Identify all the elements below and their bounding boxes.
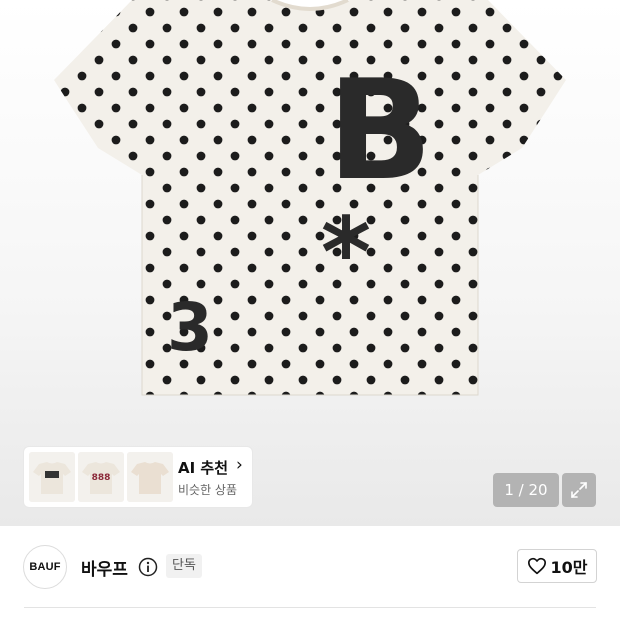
chevron-right-icon: › bbox=[236, 455, 243, 475]
expand-button[interactable] bbox=[562, 473, 596, 507]
t-shirt bbox=[54, 0, 566, 396]
brand-bar: BAUF 바우프 단독 10만 bbox=[0, 526, 620, 620]
ai-recommend-subtitle: 비슷한 상품 bbox=[178, 483, 238, 497]
thumbnail-2[interactable]: 888 bbox=[78, 452, 124, 502]
thumbnail-3[interactable] bbox=[127, 452, 173, 502]
exclusive-badge: 단독 bbox=[166, 554, 202, 578]
thumbnail-2-print: 888 bbox=[92, 473, 111, 483]
info-icon[interactable] bbox=[138, 557, 158, 577]
print-symbol: * bbox=[321, 197, 371, 309]
brand-name[interactable]: 바우프 bbox=[81, 555, 128, 580]
ai-recommend-link[interactable]: AI 추천 › 비슷한 상품 bbox=[178, 455, 250, 501]
print-letter: B bbox=[327, 50, 432, 211]
thumbnail-strip: 888 AI 추천 › 비슷한 상품 bbox=[24, 447, 252, 507]
page-counter: 1 / 20 bbox=[493, 473, 559, 507]
like-button[interactable]: 10만 bbox=[517, 549, 597, 583]
product-image[interactable]: B * 3 bbox=[0, 0, 620, 440]
print-number: 3 bbox=[167, 289, 213, 366]
thumbnail-1[interactable] bbox=[29, 452, 75, 502]
heart-icon bbox=[527, 557, 546, 575]
divider bbox=[24, 607, 596, 608]
expand-icon bbox=[571, 482, 587, 498]
product-gallery[interactable]: B * 3 888 AI 추천 › 비슷한 상품 1 / 20 bbox=[0, 0, 620, 526]
brand-logo[interactable]: BAUF bbox=[23, 545, 67, 589]
like-count: 10만 bbox=[550, 558, 588, 577]
ai-recommend-title: AI 추천 bbox=[178, 459, 229, 477]
